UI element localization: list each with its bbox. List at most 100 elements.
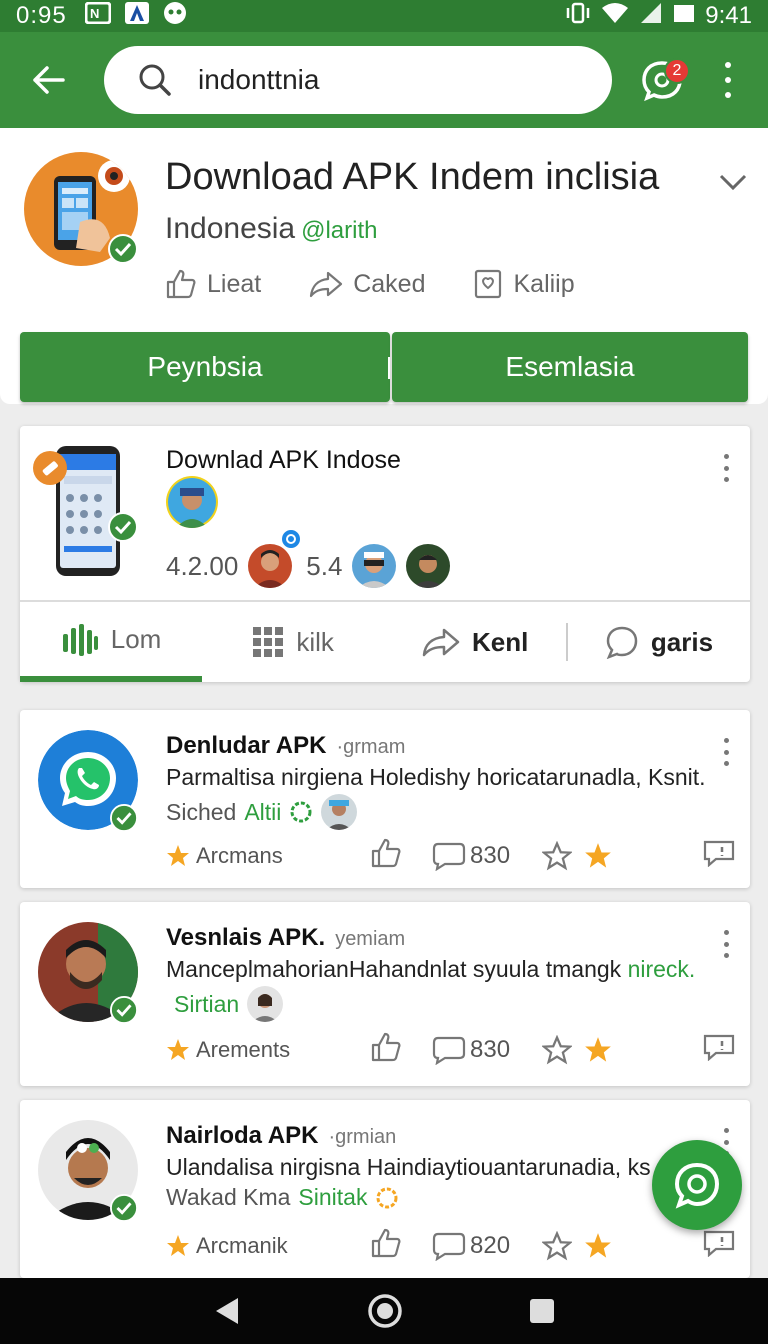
featured-avatar — [166, 476, 218, 528]
verified-icon — [110, 1194, 138, 1222]
report-icon — [703, 1230, 735, 1258]
status-time: 0:95 — [16, 2, 67, 29]
like-button[interactable] — [370, 837, 432, 875]
tab-label: Kenl — [471, 626, 529, 657]
share-icon — [422, 628, 460, 657]
star-outline-icon — [542, 841, 572, 871]
post-author: Nairloda APK ·grmian — [166, 1122, 396, 1150]
star-outline-icon — [542, 1035, 572, 1065]
nav-recents-icon[interactable] — [528, 1297, 556, 1325]
post-author: Vesnlais APK. yemiam — [166, 924, 405, 952]
post-more-button[interactable] — [722, 738, 730, 766]
tab-kilk[interactable]: kilk — [202, 602, 384, 682]
chat-fab-button[interactable] — [652, 1140, 742, 1230]
post-text: ManceplmahorianHahandnlat syuula tmangk — [166, 956, 628, 982]
meta-link[interactable]: Altii — [244, 799, 281, 826]
overflow-menu-button[interactable] — [718, 62, 738, 98]
primary-left-button[interactable]: Peynbsia — [20, 332, 390, 402]
avatar — [247, 986, 284, 1022]
app-handle[interactable]: @larith — [301, 217, 377, 244]
rating-count: 5.4 — [306, 550, 343, 581]
save-action[interactable]: Kaliip — [473, 268, 575, 300]
tab-label: Lom — [110, 623, 162, 654]
system-nav-bar — [0, 1278, 768, 1344]
report-icon — [703, 840, 735, 868]
comment-button[interactable]: 830 — [432, 1035, 542, 1065]
app-bar: indonttnia 2 — [0, 32, 768, 128]
report-button[interactable] — [702, 1033, 736, 1067]
meta-link[interactable]: Sinitak — [298, 1184, 367, 1211]
rating-stars[interactable] — [542, 1035, 612, 1065]
post-text: Parmaltisa nirgiena Holedishy horicataru… — [166, 764, 706, 790]
post-name: Denludar APK — [166, 732, 327, 759]
rating-value: 4.2.00 — [166, 550, 239, 581]
chevron-down-icon[interactable] — [718, 172, 748, 192]
star-icon — [585, 1233, 611, 1258]
chat-icon — [674, 1162, 720, 1209]
post-more-button[interactable] — [722, 930, 730, 958]
rating-stars[interactable] — [542, 1231, 612, 1261]
report-icon — [703, 1034, 735, 1062]
like-action[interactable]: Lieat — [165, 268, 261, 300]
like-button[interactable] — [370, 1227, 432, 1265]
avatar — [321, 794, 358, 830]
share-action[interactable]: Caked — [309, 268, 425, 300]
arrow-left-icon — [33, 66, 65, 94]
primary-right-button[interactable]: Esemlasia — [392, 332, 748, 402]
thumbs-up-icon — [166, 269, 196, 299]
avatar — [248, 544, 293, 588]
comment-button[interactable]: 830 — [432, 841, 542, 871]
featured-rating: 4.2.00 5.4 — [166, 544, 451, 588]
tab-kenl[interactable]: Kenl — [384, 602, 566, 682]
battery-icon — [673, 2, 695, 31]
tab-lom[interactable]: Lom — [20, 602, 203, 682]
back-button[interactable] — [0, 32, 96, 128]
tag-label: Arcmanik — [196, 1233, 288, 1258]
like-label: Lieat — [207, 269, 262, 298]
post-subtitle: yemiam — [335, 928, 406, 950]
list-item[interactable]: Vesnlais APK. yemiam ManceplmahorianHahan… — [20, 902, 750, 1086]
post-link[interactable]: nireck. — [628, 956, 696, 982]
featured-more-button[interactable] — [722, 454, 730, 482]
tag-label: Arcmans — [196, 843, 283, 868]
verified-icon — [110, 804, 138, 832]
meta-text: Siched — [166, 798, 237, 825]
tag-label: Arements — [196, 1037, 291, 1062]
comment-count: 830 — [470, 842, 511, 869]
report-button[interactable] — [702, 839, 736, 873]
tab-garis[interactable]: garis — [568, 602, 750, 682]
verified-mini-icon — [280, 528, 302, 550]
post-body: Ulandalisa nirgisna Haindiaytiouantaruna… — [166, 1154, 726, 1181]
save-label: Kaliip — [513, 269, 575, 298]
post-meta: Wakad Kma Sinitak — [166, 1184, 399, 1211]
avatar — [406, 544, 451, 588]
share-label: Caked — [353, 269, 426, 298]
comment-button[interactable]: 820 — [432, 1231, 542, 1261]
comment-icon — [432, 842, 466, 871]
app-subtitle: Indonesia @larith — [165, 212, 378, 246]
svg-text:N: N — [90, 6, 99, 21]
list-item[interactable]: Nairloda APK ·grmian Ulandalisa nirgisna … — [20, 1100, 750, 1278]
search-query: indonttnia — [198, 64, 320, 95]
app-title: Download APK Indem inclisia — [165, 156, 660, 198]
report-button[interactable] — [702, 1229, 736, 1263]
like-button[interactable] — [370, 1031, 432, 1069]
post-footer: Arcmanik 820 — [166, 1227, 736, 1265]
tag-badge-icon — [33, 451, 67, 485]
meta-link[interactable]: Sirtian — [174, 991, 239, 1018]
rating-stars[interactable] — [542, 841, 612, 871]
post-body: ManceplmahorianHahandnlat syuula tmangk … — [166, 956, 726, 983]
face-icon — [163, 1, 187, 31]
star-icon — [167, 845, 189, 866]
list-item[interactable]: Denludar APK ·grmam Parmaltisa nirgiena H… — [20, 710, 750, 888]
post-name: Vesnlais APK. — [166, 924, 326, 951]
thumbs-up-icon — [371, 1228, 401, 1258]
nav-home-icon[interactable] — [367, 1293, 403, 1329]
nav-back-icon[interactable] — [212, 1295, 242, 1327]
post-meta: Siched Altii — [166, 794, 358, 830]
featured-title: Downlad APK Indose — [166, 446, 401, 474]
featured-card[interactable]: Downlad APK Indose 4.2.00 5.4 Lom kilk K… — [20, 426, 750, 682]
post-meta: Sirtian — [166, 986, 284, 1022]
thumbs-up-icon — [371, 1032, 401, 1062]
search-input[interactable]: indonttnia — [104, 46, 612, 114]
